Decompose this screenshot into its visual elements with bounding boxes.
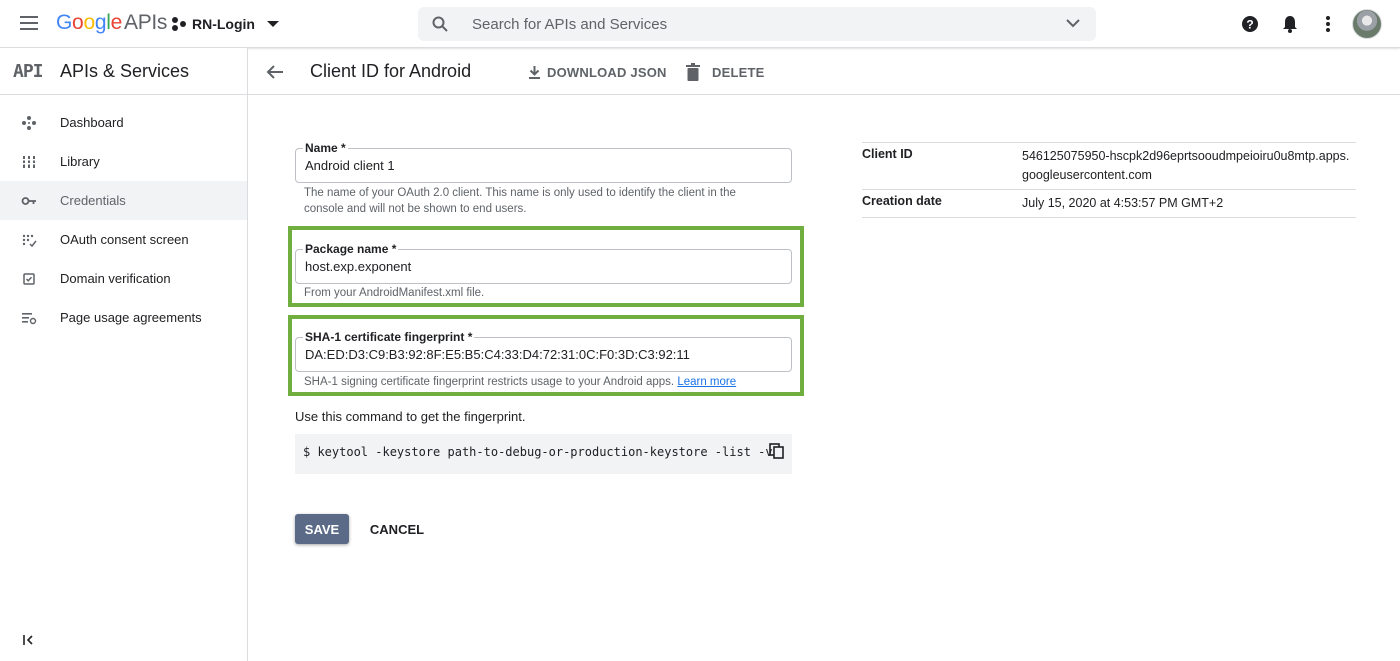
package-name-field[interactable]: Package name * host.exp.exponent [295, 242, 792, 284]
sidebar-item-label: Dashboard [60, 115, 124, 130]
sha1-fingerprint-field[interactable]: SHA-1 certificate fingerprint * DA:ED:D3… [295, 330, 792, 372]
sha1-fingerprint-value: DA:ED:D3:C9:B3:92:8F:E5:B5:C4:33:D4:72:3… [305, 347, 690, 362]
command-text: $ keytool -keystore path-to-debug-or-pro… [303, 445, 773, 459]
package-name-value: host.exp.exponent [305, 259, 412, 274]
library-icon [22, 156, 36, 168]
sha1-hint-text: SHA-1 signing certificate fingerprint re… [304, 376, 675, 388]
learn-more-link[interactable]: Learn more [677, 376, 736, 388]
command-intro: Use this command to get the fingerprint. [295, 409, 526, 424]
sidebar-item-label: Library [60, 154, 100, 169]
project-icon [172, 17, 186, 31]
key-icon [21, 197, 36, 205]
project-name: RN-Login [192, 16, 255, 32]
sidebar-item-label: Page usage agreements [60, 310, 202, 325]
page-title: Client ID for Android [310, 61, 472, 81]
page-header: Client ID for Android DOWNLOAD JSON DELE… [248, 48, 1400, 95]
sidebar-item-page-usage[interactable]: Page usage agreements [0, 298, 247, 337]
sidebar-item-dashboard[interactable]: Dashboard [0, 103, 247, 142]
search-input[interactable] [472, 14, 1032, 34]
notifications-icon[interactable] [1280, 14, 1300, 34]
package-name-label: Package name * [303, 242, 399, 256]
client-id-label: Client ID [862, 147, 913, 161]
sidebar-item-label: OAuth consent screen [60, 232, 189, 247]
sidebar-item-library[interactable]: Library [0, 142, 247, 181]
sha1-hint: SHA-1 signing certificate fingerprint re… [304, 374, 736, 390]
sha1-fingerprint-label: SHA-1 certificate fingerprint * [303, 330, 475, 344]
sidebar-item-label: Domain verification [60, 271, 171, 286]
menu-icon[interactable] [20, 16, 38, 30]
search-bar[interactable] [418, 7, 1096, 41]
sidebar-header: API APIs & Services [0, 48, 247, 95]
search-icon [432, 16, 448, 32]
command-code-block: $ keytool -keystore path-to-debug-or-pro… [295, 434, 792, 474]
sidebar-item-credentials[interactable]: Credentials [0, 181, 247, 220]
download-icon [529, 66, 540, 79]
name-hint: The name of your OAuth 2.0 client. This … [304, 187, 736, 215]
delete-label: DELETE [712, 64, 765, 80]
name-field-value: Android client 1 [305, 158, 395, 173]
top-app-bar: GoogleAPIs RN-Login ? [0, 0, 1400, 48]
svg-text:?: ? [1246, 18, 1253, 32]
project-selector[interactable]: RN-Login [172, 12, 279, 36]
sidebar-item-label: Credentials [60, 193, 126, 208]
download-json-button[interactable]: DOWNLOAD JSON [528, 63, 667, 81]
save-button[interactable]: SAVE [295, 514, 349, 544]
consent-icon [22, 234, 37, 248]
sidebar-item-domain-verification[interactable]: Domain verification [0, 259, 247, 298]
package-hint: From your AndroidManifest.xml file. [304, 287, 485, 299]
trash-icon [686, 63, 700, 81]
name-field-label: Name * [303, 141, 348, 155]
help-icon[interactable]: ? [1240, 14, 1260, 34]
sidebar: API APIs & Services Dashboard Library Cr… [0, 48, 248, 661]
sidebar-item-oauth-consent[interactable]: OAuth consent screen [0, 220, 247, 259]
creation-date-label: Creation date [862, 194, 942, 208]
client-id-row: Client ID 546125075950-hscpk2d96eprtsoou… [862, 143, 1356, 190]
dashboard-icon [22, 116, 36, 130]
download-json-label: DOWNLOAD JSON [547, 64, 667, 80]
client-info-table: Client ID 546125075950-hscpk2d96eprtsoou… [862, 142, 1356, 218]
settings-list-icon [22, 313, 37, 325]
chevron-down-icon[interactable] [1066, 18, 1080, 28]
name-field[interactable]: Name * Android client 1 [295, 141, 792, 183]
avatar[interactable] [1352, 9, 1382, 39]
sidebar-title: APIs & Services [60, 61, 190, 81]
creation-date-value: July 15, 2020 at 4:53:57 PM GMT+2 [1022, 196, 1224, 210]
google-apis-logo[interactable]: GoogleAPIs [56, 11, 167, 35]
collapse-sidebar-icon[interactable] [22, 633, 36, 647]
caret-down-icon [266, 21, 279, 27]
delete-button[interactable]: DELETE [686, 63, 764, 81]
api-logo-icon: API [13, 61, 43, 82]
more-vert-icon[interactable] [1318, 14, 1338, 34]
creation-date-row: Creation date July 15, 2020 at 4:53:57 P… [862, 190, 1356, 218]
back-arrow-icon[interactable] [265, 62, 285, 82]
client-id-value: 546125075950-hscpk2d96eprtsooudmpeioiru0… [1022, 149, 1350, 182]
sidebar-nav: Dashboard Library Credentials OAuth cons… [0, 103, 247, 337]
cancel-button[interactable]: CANCEL [362, 514, 432, 544]
copy-icon[interactable] [769, 443, 785, 459]
domain-check-icon [23, 273, 35, 285]
